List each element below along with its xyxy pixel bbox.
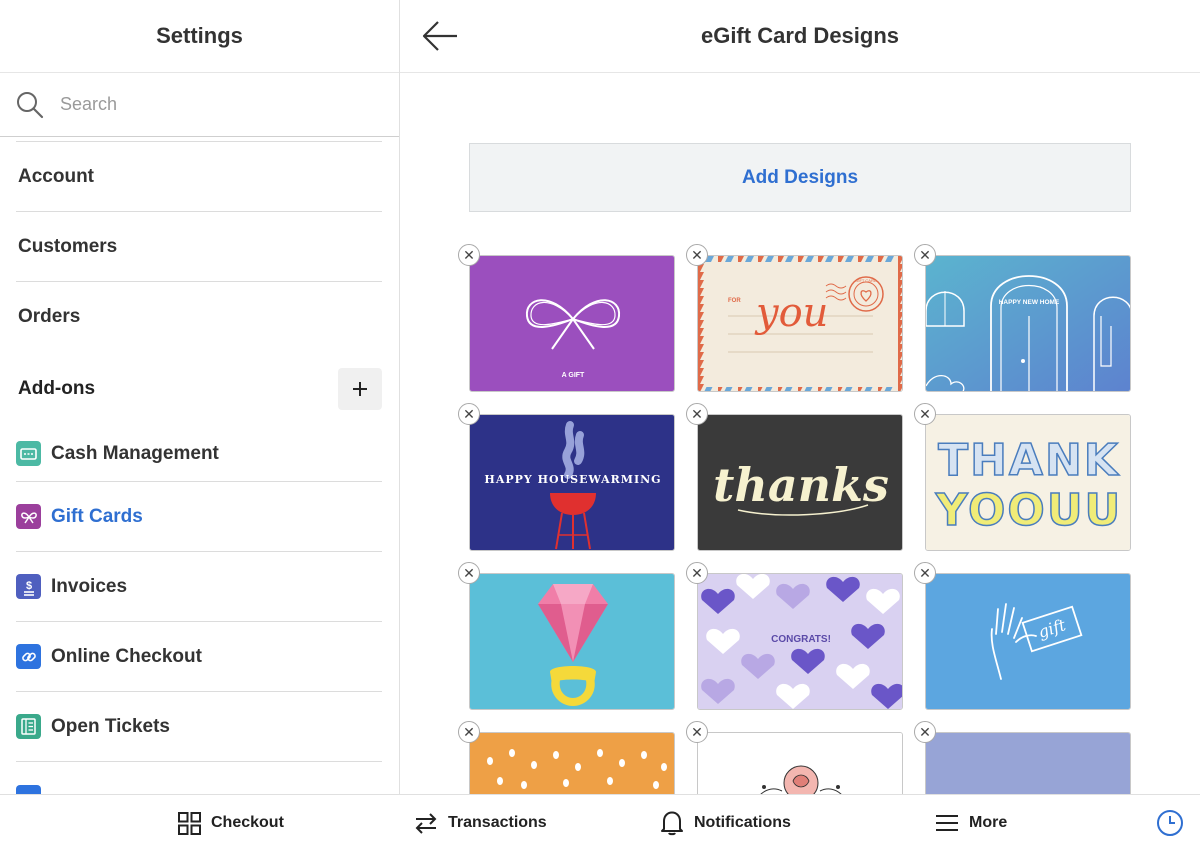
nav-item-orders[interactable]: Orders [16,282,382,352]
tab-label: More [969,814,1008,831]
svg-text:$: $ [25,580,31,592]
card-text: HAPPY NEW HOME [999,299,1060,306]
remove-design-icon[interactable]: ✕ [914,721,936,743]
remove-design-icon[interactable]: ✕ [458,721,480,743]
card-text: FOR [728,298,741,304]
settings-title: Settings [0,0,399,73]
gift-card-design-housewarming[interactable]: HAPPY HOUSEWARMING [469,414,675,551]
tab-checkout[interactable]: Checkout [178,795,284,850]
card-text: thanks [713,458,889,512]
addon-label: Open Tickets [51,715,170,737]
settings-panel: Settings Account Customers Orders Add-on… [0,0,400,794]
remove-design-icon[interactable]: ✕ [686,562,708,584]
addons-heading: Add-ons [18,378,96,399]
addon-cash-management[interactable]: Cash Management [16,426,382,482]
addon-invoices[interactable]: $ Invoices [16,552,382,622]
tab-transactions[interactable]: Transactions [414,795,547,850]
nav-item-customers[interactable]: Customers [16,212,382,282]
card-text-2: YOOUU [935,485,1123,536]
addon-partial[interactable] [16,762,382,794]
grid-icon [178,811,201,835]
card-text: THANK [938,435,1120,486]
gift-card-design-ring[interactable] [469,573,675,710]
remove-design-icon[interactable]: ✕ [458,562,480,584]
tab-label: Checkout [211,814,284,831]
remove-design-icon[interactable]: ✕ [686,403,708,425]
gift-card-design-dots[interactable] [469,732,675,794]
back-arrow-icon[interactable] [420,18,460,54]
card-text: HAPPY HOUSEWARMING [484,473,661,486]
remove-design-icon[interactable]: ✕ [914,403,936,425]
search-icon [17,91,44,118]
search-bar[interactable] [0,73,399,137]
tab-label: Transactions [448,814,547,831]
add-designs-button[interactable]: Add Designs [469,143,1131,212]
gift-card-design-envelope[interactable]: FOR you GIFT CARD [697,255,903,392]
remove-design-icon[interactable]: ✕ [914,244,936,266]
designs-panel: eGift Card Designs Add Designs ✕ A GIFT … [400,0,1200,794]
remove-design-icon[interactable]: ✕ [686,721,708,743]
gift-bow-icon [16,504,41,529]
addon-label: Online Checkout [51,645,202,667]
gift-card-design-thank-you[interactable]: THANK YOOUU [925,414,1131,551]
menu-icon [936,815,958,831]
gift-card-design-bow[interactable]: A GIFT [469,255,675,392]
gift-card-design-periwinkle[interactable] [925,732,1131,794]
search-input[interactable] [60,94,360,115]
gift-card-design-hearts[interactable]: CONGRATS! [697,573,903,710]
tab-more[interactable]: More [935,795,1007,850]
cash-icon [16,441,41,466]
addon-label: Cash Management [51,442,219,464]
plus-icon [353,382,367,396]
addon-label: Invoices [51,575,128,597]
tab-notifications[interactable]: Notifications [660,795,791,850]
page-title: eGift Card Designs [700,23,900,48]
addon-gift-cards[interactable]: Gift Cards [16,482,382,552]
partial-icon [16,784,41,794]
remove-design-icon[interactable]: ✕ [458,244,480,266]
gift-card-design-thanks[interactable]: thanks [697,414,903,551]
bell-icon [661,811,683,836]
tab-label: Notifications [694,814,791,831]
gift-card-design-hand-gift[interactable]: gift [925,573,1131,710]
card-text: CONGRATS! [771,634,831,645]
remove-design-icon[interactable]: ✕ [686,244,708,266]
addon-online-checkout[interactable]: Online Checkout [16,622,382,692]
swap-arrows-icon [415,813,437,834]
gift-card-design-new-home[interactable]: HAPPY NEW HOME [925,255,1131,392]
bottom-tab-bar: Checkout Transactions Notifications More [0,794,1200,850]
nav-item-account[interactable]: Account [16,142,382,212]
add-addon-button[interactable] [338,368,382,410]
clock-icon[interactable] [1156,809,1184,837]
ticket-icon [16,714,41,739]
addon-open-tickets[interactable]: Open Tickets [16,692,382,762]
link-icon [16,644,41,669]
invoice-icon: $ [16,574,41,599]
card-stamp-text: GIFT CARD [855,278,877,283]
card-text: A GIFT [562,372,585,379]
gift-card-design-flower[interactable] [697,732,903,794]
remove-design-icon[interactable]: ✕ [458,403,480,425]
remove-design-icon[interactable]: ✕ [914,562,936,584]
card-script: you [754,290,828,336]
addon-label: Gift Cards [51,505,143,527]
